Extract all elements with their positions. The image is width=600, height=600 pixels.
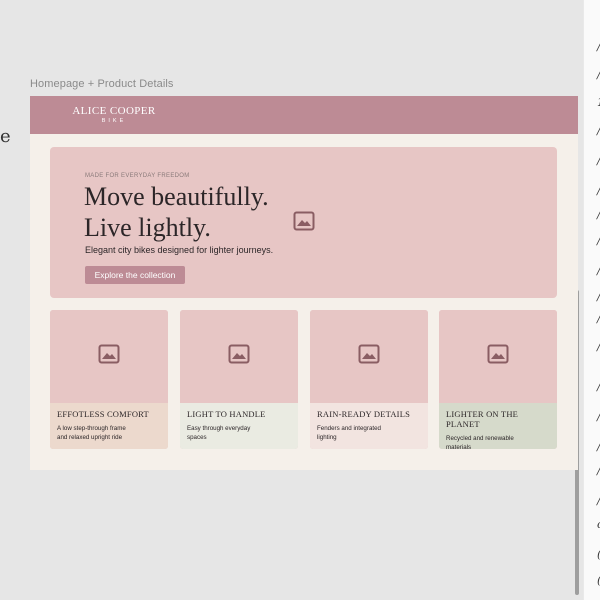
card-description-line: Fenders and integrated: [317, 425, 381, 432]
card-title: LIGHT TO HANDLE: [187, 409, 266, 419]
feature-card[interactable]: LIGHT TO HANDLE Easy through everyday spac…: [180, 310, 298, 449]
card-body: LIGHT TO HANDLE Easy through everyday spac…: [180, 403, 298, 449]
brand-logo[interactable]: ALICE COOPER BIKE: [72, 105, 156, 126]
hero-tagline: Elegant city bikes designed for lighter …: [85, 245, 274, 255]
card-description-line: A low step-through frame: [57, 425, 126, 432]
card-body: RAIN-READY DETAILS Fenders and integrated…: [310, 403, 428, 449]
hero-headline: Move beautifully. Live lightly.: [84, 181, 269, 243]
card-body: LIGHTER ON THE PLANET Recycled and renewa…: [439, 403, 557, 449]
card-body: EFFOTLESS COMFORT A low step-through fram…: [50, 403, 168, 449]
image-placeholder-icon: [98, 344, 120, 369]
feature-card[interactable]: EFFOTLESS COMFORT A low step-through fram…: [50, 310, 168, 449]
canvas-label: Homepage + Product Details: [30, 78, 174, 90]
feature-card[interactable]: RAIN-READY DETAILS Fenders and integrated…: [310, 310, 428, 449]
card-media: [50, 310, 168, 403]
card-description: A low step-through frame and relaxed upri…: [57, 424, 162, 442]
hero-headline-line-1: Move beautifully.: [84, 182, 269, 211]
card-description-line: Recycled and renewable: [446, 435, 514, 442]
design-frame: ALICE COOPER BIKE MADE FOR EVERYDAY FREE…: [30, 96, 578, 470]
hero-eyebrow: MADE FOR EVERYDAY FREEDOM: [85, 173, 190, 179]
explore-collection-button[interactable]: Explore the collection: [85, 266, 185, 284]
card-title: RAIN-READY DETAILS: [317, 409, 411, 419]
card-media: [310, 310, 428, 403]
image-placeholder-icon: [228, 344, 250, 369]
brand-name: ALICE COOPER: [72, 105, 156, 117]
feature-card[interactable]: LIGHTER ON THE PLANET Recycled and renewa…: [439, 310, 557, 449]
image-placeholder-icon: [293, 211, 315, 236]
card-description-line: and relaxed upright ride: [57, 434, 123, 441]
left-fragment: e: [0, 126, 11, 147]
card-title: EFFOTLESS COMFORT: [57, 409, 149, 419]
site-header: ALICE COOPER BIKE: [30, 96, 578, 134]
card-media: [439, 310, 557, 403]
image-placeholder-icon: [487, 344, 509, 369]
card-description-line: Easy through everyday: [187, 425, 251, 432]
card-description-line: materials: [446, 444, 472, 449]
brand-sub: BIKE: [101, 118, 127, 124]
card-description: Easy through everyday spaces: [187, 424, 292, 442]
card-description: Fenders and integrated lighting: [317, 424, 422, 442]
right-side-panel: //1//////////////c((: [583, 0, 600, 600]
card-description: Recycled and renewable materials: [446, 434, 551, 449]
card-description-line: lighting: [317, 434, 337, 441]
card-title: LIGHTER ON THE PLANET: [446, 409, 519, 429]
hero-banner: MADE FOR EVERYDAY FREEDOM Move beautiful…: [50, 147, 557, 298]
hero-headline-line-2: Live lightly.: [84, 213, 211, 242]
image-placeholder-icon: [358, 344, 380, 369]
card-description-line: spaces: [187, 434, 207, 441]
card-media: [180, 310, 298, 403]
